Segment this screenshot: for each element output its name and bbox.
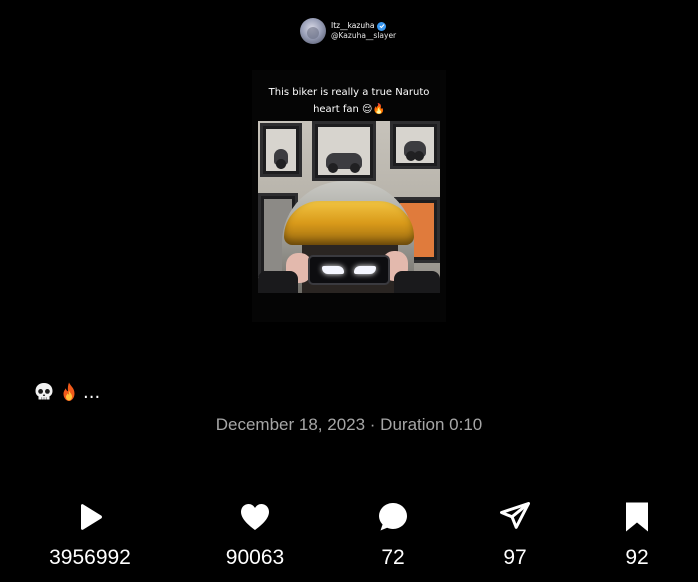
video-frame[interactable]	[258, 121, 440, 293]
action-bar: 3956992 90063 72 97 92	[0, 500, 698, 580]
rider-glove	[394, 271, 440, 293]
heart-icon	[238, 500, 272, 534]
creator-header[interactable]: Itz__kazuha @Kazuha__slayer	[300, 16, 396, 46]
glowing-eye	[354, 266, 376, 274]
comment-icon	[376, 500, 410, 534]
shares-count: 97	[503, 546, 527, 569]
saves-count: 92	[625, 546, 649, 569]
wall-picture	[260, 123, 302, 177]
bookmark-icon	[620, 500, 654, 534]
views-button[interactable]: 3956992	[35, 500, 145, 580]
creator-name-row: Itz__kazuha	[331, 21, 396, 31]
rider-glove	[258, 271, 298, 293]
creator-handle[interactable]: @Kazuha__slayer	[331, 31, 396, 41]
post-text: ...	[33, 380, 100, 404]
like-button[interactable]: 90063	[200, 500, 310, 580]
post-date-duration: December 18, 2023 · Duration 0:10	[215, 415, 483, 434]
video-player[interactable]: This biker is really a true Naruto heart…	[252, 70, 446, 322]
comments-count: 72	[381, 546, 405, 569]
glowing-eye	[322, 266, 344, 274]
video-caption: This biker is really a true Naruto heart…	[268, 87, 430, 115]
likes-count: 90063	[225, 546, 285, 569]
play-icon	[73, 500, 107, 534]
creator-info: Itz__kazuha @Kazuha__slayer	[331, 21, 396, 41]
helmet-visor	[284, 201, 414, 245]
verified-badge-icon	[377, 21, 387, 31]
fire-icon	[58, 381, 80, 403]
views-count: 3956992	[49, 546, 131, 569]
phone-with-eyes	[308, 255, 390, 285]
send-icon	[498, 500, 532, 534]
share-button[interactable]: 97	[460, 500, 570, 580]
skull-icon	[33, 381, 55, 403]
creator-name[interactable]: Itz__kazuha	[331, 21, 374, 31]
wall-picture	[390, 121, 440, 169]
post-text-suffix: ...	[83, 381, 101, 403]
save-button[interactable]: 92	[582, 500, 692, 580]
wall-picture	[312, 121, 376, 181]
comment-button[interactable]: 72	[338, 500, 448, 580]
avatar[interactable]	[300, 18, 326, 44]
